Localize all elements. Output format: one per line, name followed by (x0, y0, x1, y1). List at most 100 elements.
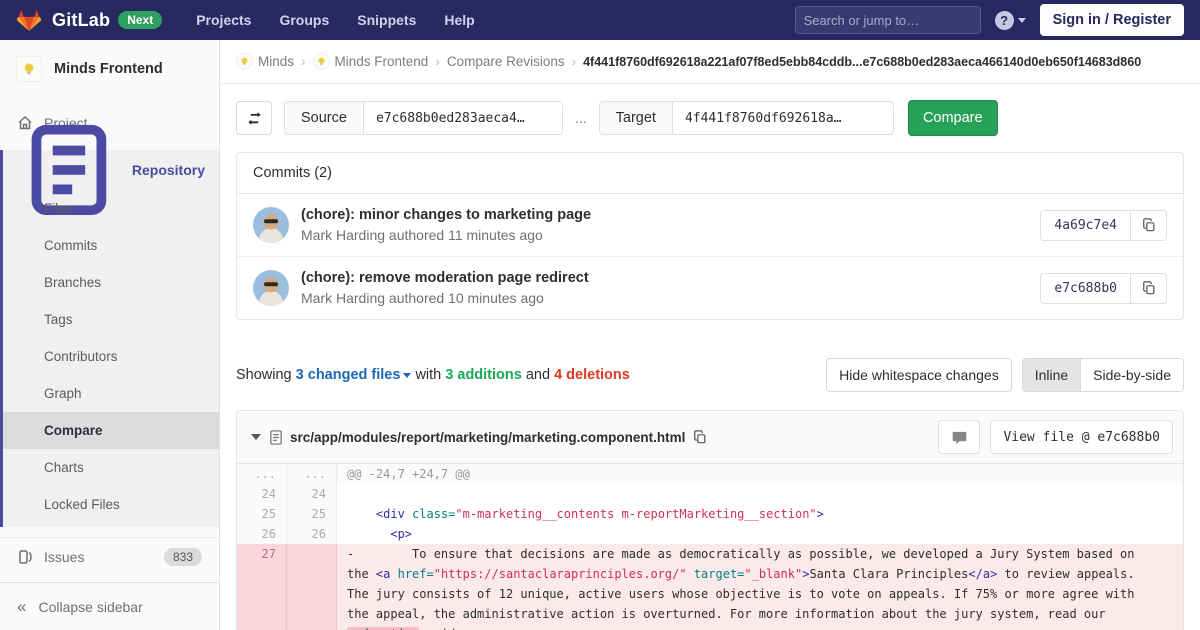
help-icon[interactable]: ? (995, 11, 1014, 30)
swap-revisions-button[interactable] (236, 101, 272, 135)
avatar[interactable] (253, 207, 289, 243)
sidebar-item-tags[interactable]: Tags (3, 301, 219, 338)
nav-link-snippets[interactable]: Snippets (357, 12, 416, 28)
range-ellipsis: ... (575, 110, 587, 126)
commit-row: (chore): remove moderation page redirect… (237, 256, 1183, 319)
hide-whitespace-button[interactable]: Hide whitespace changes (826, 358, 1012, 392)
sidebar-section-label: Repository (132, 162, 205, 178)
lightbulb-icon (21, 61, 37, 77)
with-label: with (415, 367, 441, 383)
sidebar: Minds Frontend Project Repository Files … (0, 40, 220, 630)
sidebar-item-issues[interactable]: Issues 833 (0, 538, 219, 576)
diff-file-path[interactable]: src/app/modules/report/marketing/marketi… (290, 430, 685, 445)
project-avatar-small (313, 53, 330, 70)
comment-icon (952, 430, 967, 445)
collapse-file-icon[interactable] (251, 434, 261, 440)
changed-files-dropdown[interactable]: 3 changed files (296, 367, 412, 383)
sidebar-item-repository[interactable]: Repository (3, 150, 219, 190)
side-by-side-mode-button[interactable]: Side-by-side (1080, 359, 1183, 391)
new-line-number[interactable]: 26 (287, 524, 337, 544)
collapse-sidebar-button[interactable]: « Collapse sidebar (0, 582, 219, 630)
source-field-group: Source (284, 101, 563, 135)
project-title[interactable]: Minds Frontend (54, 61, 163, 77)
collapse-icon: « (17, 597, 26, 617)
search-input[interactable] (804, 13, 980, 28)
sign-in-button[interactable]: Sign in / Register (1040, 4, 1184, 36)
sidebar-item-commits[interactable]: Commits (3, 227, 219, 264)
brand-title[interactable]: GitLab (52, 10, 110, 31)
sidebar-item-graph[interactable]: Graph (3, 375, 219, 412)
diff-line-context: 24 24 (237, 484, 1183, 504)
sidebar-item-branches[interactable]: Branches (3, 264, 219, 301)
inline-mode-button[interactable]: Inline (1023, 359, 1080, 391)
copy-icon (1142, 218, 1156, 232)
toggle-comments-button[interactable] (938, 420, 980, 454)
copy-sha-button[interactable] (1130, 211, 1166, 240)
new-line-number[interactable]: 25 (287, 504, 337, 524)
copy-icon (693, 430, 707, 444)
commits-panel-title: Commits (2) (237, 153, 1183, 194)
commit-row: (chore): minor changes to marketing page… (237, 194, 1183, 256)
diff-view-actions: Hide whitespace changes Inline Side-by-s… (826, 358, 1184, 392)
nav-link-help[interactable]: Help (444, 12, 474, 28)
source-input[interactable] (363, 101, 563, 135)
changed-files-bar: Showing 3 changed files with 3 additions… (236, 358, 1184, 392)
commit-sha[interactable]: e7c688b0 (1041, 274, 1130, 303)
commit-sha[interactable]: 4a69c7e4 (1041, 211, 1130, 240)
new-line-number[interactable] (287, 544, 337, 630)
new-line-number[interactable]: 24 (287, 484, 337, 504)
source-label: Source (284, 101, 363, 135)
code-line: <p> (337, 524, 1183, 544)
view-file-button[interactable]: View file @ e7c688b0 (990, 420, 1173, 454)
copy-icon (1142, 281, 1156, 295)
gitlab-logo-icon[interactable] (16, 8, 42, 33)
sidebar-item-compare[interactable]: Compare (3, 412, 219, 449)
nav-link-groups[interactable]: Groups (279, 12, 329, 28)
compare-button[interactable]: Compare (908, 100, 998, 136)
help-menu[interactable]: ? (995, 11, 1026, 30)
breadcrumb-separator: › (572, 54, 577, 69)
copy-sha-button[interactable] (1130, 274, 1166, 303)
commits-panel: Commits (2) (chore): minor changes to ma… (236, 152, 1184, 320)
commit-text: (chore): minor changes to marketing page… (301, 207, 591, 243)
breadcrumb-minds[interactable]: Minds (236, 53, 294, 70)
sidebar-item-contributors[interactable]: Contributors (3, 338, 219, 375)
code-line: - To ensure that decisions are made as d… (337, 544, 1183, 630)
project-context-header[interactable]: Minds Frontend (0, 40, 219, 96)
showing-label: Showing (236, 367, 292, 383)
target-input[interactable] (672, 101, 894, 135)
old-line-number[interactable]: 24 (237, 484, 287, 504)
issues-count-badge: 833 (164, 548, 202, 566)
diff-file-header: src/app/modules/report/marketing/marketi… (237, 411, 1183, 464)
old-line-number[interactable]: 27 (237, 544, 287, 630)
next-badge: Next (118, 11, 162, 29)
old-line-number[interactable]: 26 (237, 524, 287, 544)
lightbulb-icon (316, 56, 327, 67)
avatar[interactable] (253, 270, 289, 306)
diff-hunk-row: ... ... @@ -24,7 +24,7 @@ (237, 464, 1183, 484)
old-line-number[interactable]: 25 (237, 504, 287, 524)
commit-title[interactable]: (chore): minor changes to marketing page (301, 207, 591, 223)
breadcrumb-compare-revisions[interactable]: Compare Revisions (447, 54, 565, 69)
swap-icon (247, 111, 262, 126)
old-line-number[interactable]: ... (237, 464, 287, 484)
deletions-count: 4 deletions (554, 367, 630, 383)
nav-link-projects[interactable]: Projects (196, 12, 251, 28)
changed-files-label: 3 changed files (296, 367, 401, 383)
breadcrumb-label: Minds Frontend (335, 54, 429, 69)
target-field-group: Target (599, 101, 894, 135)
copy-file-path-button[interactable] (693, 430, 707, 444)
commit-text: (chore): remove moderation page redirect… (301, 270, 589, 306)
commit-sha-group: e7c688b0 (1040, 273, 1167, 304)
primary-nav-links: Projects Groups Snippets Help (196, 12, 475, 28)
sidebar-item-charts[interactable]: Charts (3, 449, 219, 486)
breadcrumb-minds-frontend[interactable]: Minds Frontend (313, 53, 429, 70)
commit-meta: Mark Harding authored 10 minutes ago (301, 290, 589, 306)
global-search[interactable] (795, 6, 981, 34)
new-line-number[interactable]: ... (287, 464, 337, 484)
and-label: and (526, 367, 550, 383)
sidebar-nav: Project Repository Files Commits Branche… (0, 104, 219, 582)
sidebar-item-locked-files[interactable]: Locked Files (3, 486, 219, 523)
caret-down-icon (403, 373, 411, 378)
commit-title[interactable]: (chore): remove moderation page redirect (301, 270, 589, 286)
